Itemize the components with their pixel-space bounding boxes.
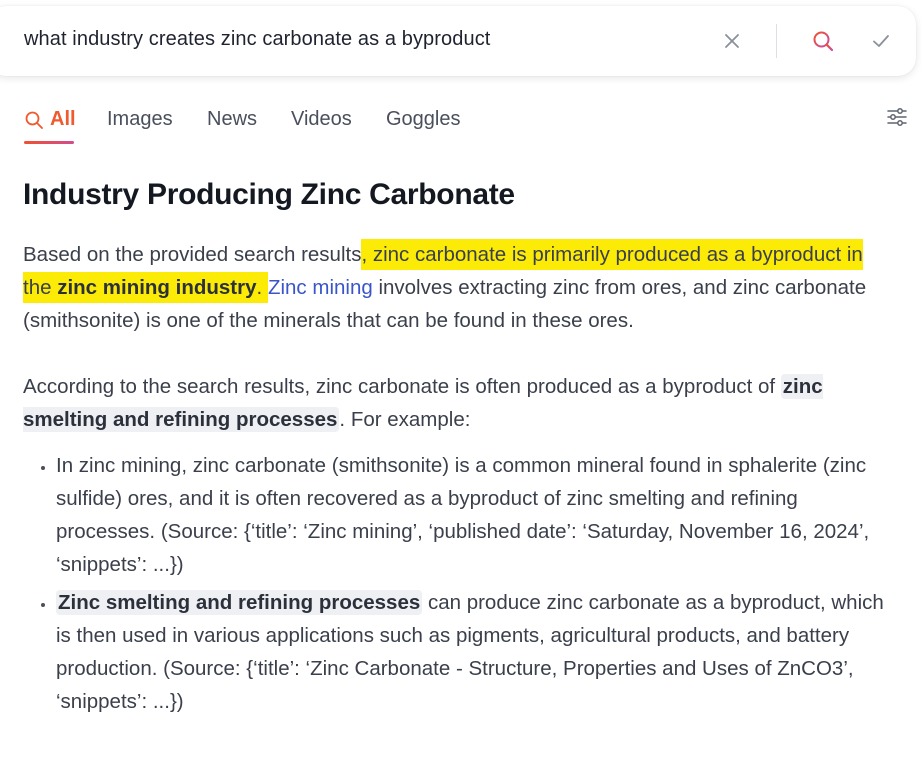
answer-paragraph-1: Based on the provided search results, zi… [23, 238, 893, 337]
search-input[interactable]: what industry creates zinc carbonate as … [24, 28, 490, 51]
search-icon[interactable] [808, 26, 838, 56]
check-icon[interactable] [866, 26, 896, 56]
answer-title: Industry Producing Zinc Carbonate [23, 178, 515, 211]
answer-text: According to the search results, zinc ca… [23, 375, 781, 398]
answer-text: . [256, 276, 268, 299]
active-tab-indicator [24, 141, 74, 144]
close-icon[interactable] [717, 26, 747, 56]
list-item: Zinc smelting and refining processes can… [56, 586, 893, 718]
answer-text: In zinc mining, zinc carbonate (smithson… [56, 454, 870, 576]
answer-text: . For example: [339, 408, 471, 431]
answer-bullet-list: In zinc mining, zinc carbonate (smithson… [23, 449, 893, 718]
tab-goggles[interactable]: Goggles [386, 108, 461, 131]
tab-news[interactable]: News [207, 108, 257, 131]
results-tabs: All Images News Videos Goggles [24, 104, 914, 148]
answer-text: Based on the provided search results [23, 243, 362, 266]
bold-term: zinc mining industry [57, 276, 257, 299]
sliders-icon[interactable] [886, 106, 912, 132]
search-results-page: what industry creates zinc carbonate as … [0, 0, 921, 767]
answer-paragraph-2: According to the search results, zinc ca… [23, 370, 893, 436]
search-bar[interactable]: what industry creates zinc carbonate as … [0, 6, 916, 76]
term-chip[interactable]: Zinc smelting and refining processes [56, 590, 423, 615]
zinc-mining-link[interactable]: Zinc mining [268, 276, 373, 299]
list-item: In zinc mining, zinc carbonate (smithson… [56, 449, 893, 581]
tab-all[interactable]: All [24, 108, 76, 131]
search-divider [776, 24, 777, 58]
search-icon [25, 111, 43, 129]
answer-body: Based on the provided search results, zi… [23, 238, 893, 723]
tab-images[interactable]: Images [107, 108, 173, 131]
tab-label: All [50, 108, 76, 130]
tab-videos[interactable]: Videos [291, 108, 352, 131]
